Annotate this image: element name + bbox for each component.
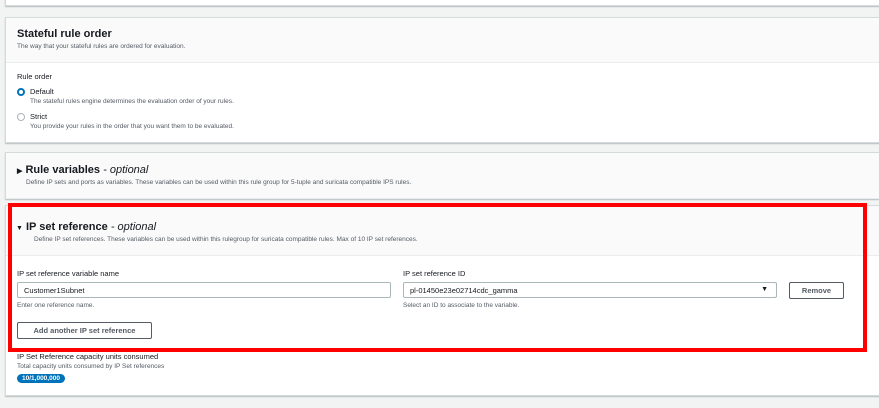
rule-variables-title: Rule variables xyxy=(25,164,101,176)
previous-card xyxy=(5,0,879,6)
caret-right-icon: ▶ xyxy=(17,168,23,175)
radio-default[interactable] xyxy=(17,88,25,96)
default-description: The stateful rules engine determines the… xyxy=(30,98,234,105)
stateful-rule-order-panel: Stateful rule order The way that your st… xyxy=(5,17,879,143)
rule-variables-panel[interactable]: ▶ Rule variables - optional Define IP se… xyxy=(5,152,879,199)
highlight-box xyxy=(8,203,867,352)
strict-description: You provide your rules in the order that… xyxy=(30,123,234,130)
capacity-label: IP Set Reference capacity units consumed xyxy=(17,352,159,361)
rule-order-label: Rule order xyxy=(17,72,53,81)
rule-variables-description: Define IP sets and ports as variables. T… xyxy=(26,179,412,186)
stateful-description: The way that your stateful rules are ord… xyxy=(17,43,186,50)
optional-tag: - optional xyxy=(103,164,149,176)
default-label[interactable]: Default xyxy=(30,87,54,96)
strict-label[interactable]: Strict xyxy=(30,112,47,121)
radio-strict[interactable] xyxy=(17,113,25,121)
capacity-description: Total capacity units consumed by IP Set … xyxy=(17,363,165,370)
stateful-title: Stateful rule order xyxy=(17,28,112,40)
capacity-badge: 10/1,000,000 xyxy=(17,374,65,383)
